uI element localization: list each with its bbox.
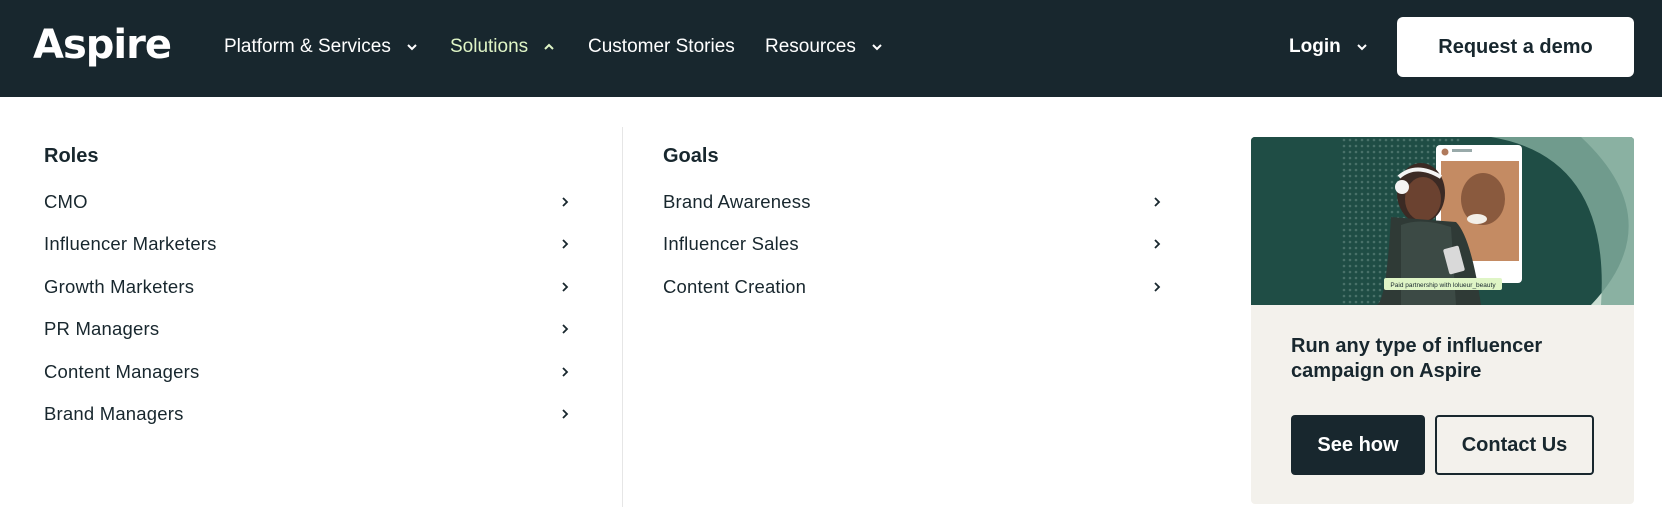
request-demo-button[interactable]: Request a demo [1397, 17, 1634, 77]
promo-title: Run any type of influencer campaign on A… [1291, 335, 1543, 382]
chevron-right-icon [562, 282, 569, 292]
nav-platform-services[interactable]: Platform & Services [224, 30, 419, 64]
contact-us-button[interactable]: Contact Us [1435, 415, 1594, 475]
nav-customer-stories[interactable]: Customer Stories [588, 30, 735, 64]
menu-item-influencer-marketers[interactable]: Influencer Marketers [44, 230, 571, 258]
nav-solutions[interactable]: Solutions [450, 30, 556, 64]
menu-item-label: PR Managers [44, 318, 160, 339]
menu-item-label: Brand Managers [44, 403, 184, 424]
nav-solutions-label: Solutions [450, 36, 529, 57]
goals-heading: Goals [663, 145, 719, 167]
promo-card: Paid partnership with lolueur_beauty Run… [1251, 137, 1634, 504]
nav-resources[interactable]: Resources [765, 30, 884, 64]
nav-resources-label: Resources [765, 36, 856, 57]
see-how-button[interactable]: See how [1291, 415, 1425, 475]
chevron-down-icon [1355, 40, 1369, 54]
menu-item-label: Growth Marketers [44, 276, 195, 297]
promo-image-caption: Paid partnership with lolueur_beauty [1390, 282, 1496, 289]
influencer-illustration: Paid partnership with lolueur_beauty [1251, 137, 1634, 305]
chevron-down-icon [405, 40, 419, 54]
chevron-right-icon [562, 324, 569, 334]
chevron-right-icon [1154, 197, 1161, 207]
menu-item-brand-awareness[interactable]: Brand Awareness [663, 188, 1163, 216]
menu-item-label: Brand Awareness [663, 191, 811, 212]
chevron-up-icon [542, 40, 556, 54]
chevron-right-icon [562, 367, 569, 377]
aspire-logo[interactable]: Aspire [33, 22, 172, 68]
chevron-down-icon [870, 40, 884, 54]
menu-item-content-creation[interactable]: Content Creation [663, 273, 1163, 301]
column-divider [622, 127, 623, 507]
menu-item-brand-managers[interactable]: Brand Managers [44, 400, 571, 428]
menu-item-pr-managers[interactable]: PR Managers [44, 315, 571, 343]
menu-item-influencer-sales[interactable]: Influencer Sales [663, 230, 1163, 258]
menu-item-label: Influencer Sales [663, 233, 799, 254]
chevron-right-icon [562, 409, 569, 419]
menu-item-label: Content Creation [663, 276, 807, 297]
menu-item-label: Influencer Marketers [44, 233, 217, 254]
menu-item-label: Content Managers [44, 361, 200, 382]
chevron-right-icon [1154, 282, 1161, 292]
top-navigation: Aspire Platform & Services Solutions Cus… [0, 0, 1662, 97]
chevron-right-icon [562, 239, 569, 249]
menu-item-content-managers[interactable]: Content Managers [44, 358, 571, 386]
chevron-right-icon [562, 197, 569, 207]
nav-platform-services-label: Platform & Services [224, 36, 391, 57]
menu-item-cmo[interactable]: CMO [44, 188, 571, 216]
nav-customer-stories-label: Customer Stories [588, 36, 735, 57]
login-label: Login [1289, 36, 1341, 57]
promo-image: Paid partnership with lolueur_beauty [1251, 137, 1634, 305]
chevron-right-icon [1154, 239, 1161, 249]
roles-heading: Roles [44, 145, 99, 167]
menu-item-growth-marketers[interactable]: Growth Marketers [44, 273, 571, 301]
login-menu[interactable]: Login [1289, 30, 1369, 64]
menu-item-label: CMO [44, 191, 88, 212]
